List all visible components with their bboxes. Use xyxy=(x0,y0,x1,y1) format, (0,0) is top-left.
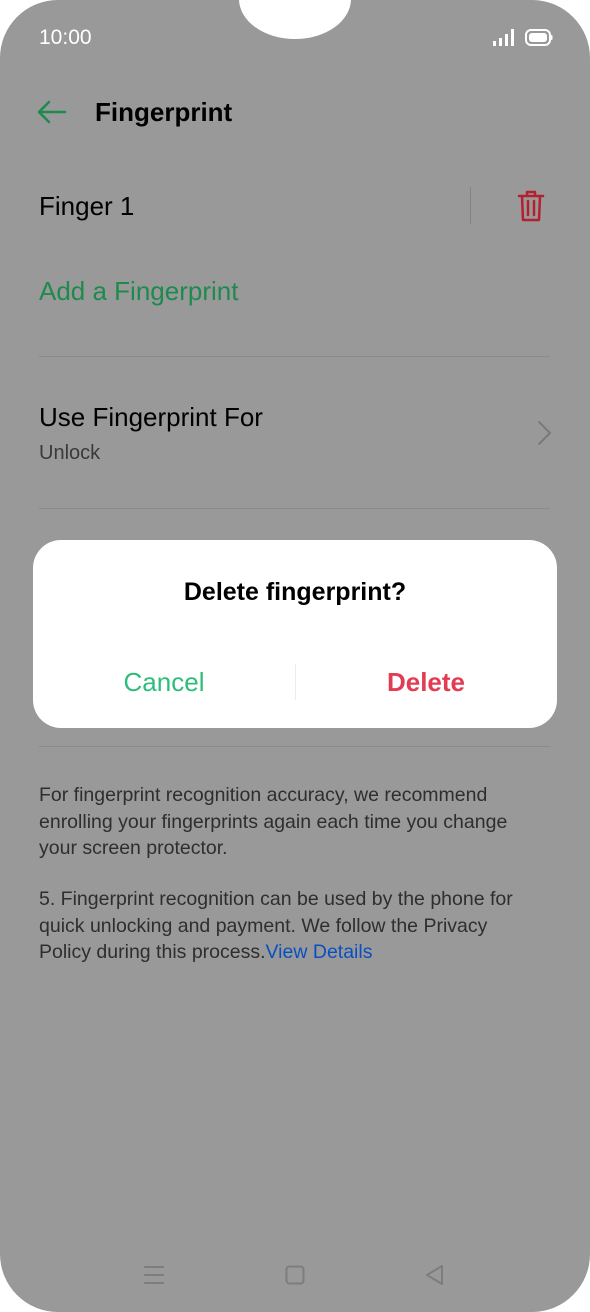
battery-icon xyxy=(525,29,553,46)
delete-dialog: Delete fingerprint? Cancel Delete xyxy=(33,540,557,728)
back-triangle-icon[interactable] xyxy=(424,1264,444,1286)
cancel-button[interactable]: Cancel xyxy=(33,664,295,700)
add-fingerprint-button[interactable]: Add a Fingerprint xyxy=(39,276,238,307)
camera-notch xyxy=(239,0,351,39)
divider xyxy=(39,508,550,509)
view-details-link[interactable]: View Details xyxy=(266,941,373,963)
trash-icon[interactable] xyxy=(517,190,545,222)
chevron-right-icon[interactable] xyxy=(536,420,552,446)
screen-protector-note: For fingerprint recognition accuracy, we… xyxy=(39,784,508,859)
use-fingerprint-for-label[interactable]: Use Fingerprint For xyxy=(39,402,263,433)
page-title: Fingerprint xyxy=(95,97,233,127)
dialog-title: Delete fingerprint? xyxy=(183,578,407,606)
back-arrow-icon[interactable] xyxy=(35,98,67,126)
home-icon[interactable] xyxy=(285,1264,305,1286)
row-separator xyxy=(470,187,471,224)
menu-icon[interactable] xyxy=(144,1264,164,1286)
screen: 10:00 Fingerprint Finger 1 Add a Fingerp… xyxy=(0,0,590,1312)
divider xyxy=(39,746,550,747)
divider xyxy=(39,356,550,357)
use-fingerprint-for-value: Unlock xyxy=(39,442,101,464)
status-time: 10:00 xyxy=(39,26,92,49)
fingerprint-item-name[interactable]: Finger 1 xyxy=(39,191,134,222)
delete-button[interactable]: Delete xyxy=(295,664,557,700)
privacy-note: 5. Fingerprint recognition can be used b… xyxy=(39,886,539,966)
signal-icon xyxy=(493,29,514,46)
